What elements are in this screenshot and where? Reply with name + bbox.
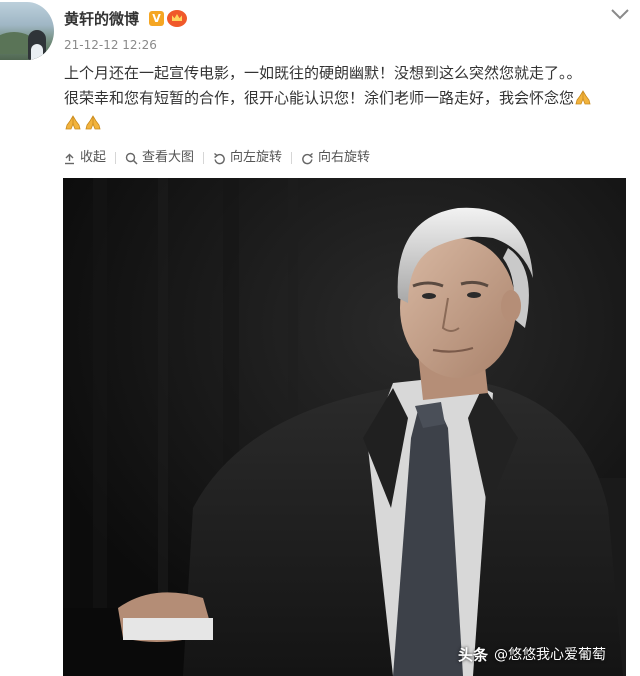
rotate-left-label: 向左旋转	[230, 150, 283, 165]
folded-hands-icon	[64, 113, 82, 131]
post-text-line	[64, 111, 630, 136]
post-photo[interactable]	[63, 178, 626, 676]
collapse-label: 收起	[80, 150, 107, 165]
toolbar-divider	[291, 152, 293, 164]
rotate-right-button[interactable]: 向右旋转	[301, 148, 370, 168]
verified-badge-icon: V	[149, 11, 164, 26]
post-timestamp[interactable]: 21-12-12 12:26	[64, 37, 157, 53]
view-large-label: 查看大图	[142, 150, 195, 165]
rotate-right-icon	[301, 152, 314, 165]
member-crown-icon	[167, 10, 187, 27]
toolbar-divider	[203, 152, 205, 164]
post-text: 上个月还在一起宣传电影，一如既往的硬朗幽默！没想到这么突然您就走了。。 很荣幸和…	[64, 61, 630, 136]
post-text-line-2: 很荣幸和您有短暂的合作，很开心能认识您！涂们老师一路走好，我会怀念您	[64, 89, 575, 107]
post-text-line: 很荣幸和您有短暂的合作，很开心能认识您！涂们老师一路走好，我会怀念您	[64, 86, 630, 111]
watermark: 头条 @悠悠我心爱葡萄	[458, 642, 606, 666]
rotate-right-label: 向右旋转	[318, 150, 371, 165]
toolbar-divider	[115, 152, 117, 164]
post-header: 黄轩的微博 V 21-12-12 12:26 上个月还在一起宣传电影，一如既往的…	[0, 0, 640, 140]
rotate-left-icon	[213, 152, 226, 165]
view-large-button[interactable]: 查看大图	[125, 148, 194, 168]
folded-hands-icon	[574, 88, 592, 106]
watermark-handle: @悠悠我心爱葡萄	[494, 647, 607, 663]
arrow-up-icon	[63, 152, 76, 165]
chevron-down-icon[interactable]	[609, 6, 631, 22]
post-text-line: 上个月还在一起宣传电影，一如既往的硬朗幽默！没想到这么突然您就走了。。	[64, 61, 630, 86]
folded-hands-icon	[84, 113, 102, 131]
image-toolbar: 收起 查看大图 向左旋转 向右旋转	[63, 148, 370, 168]
collapse-button[interactable]: 收起	[63, 148, 106, 168]
watermark-brand: 头条	[458, 645, 489, 664]
rotate-left-button[interactable]: 向左旋转	[213, 148, 282, 168]
post-text-line-1: 上个月还在一起宣传电影，一如既往的硬朗幽默！没想到这么突然您就走了。。	[64, 64, 582, 82]
search-icon	[125, 152, 138, 165]
author-name[interactable]: 黄轩的微博	[64, 9, 139, 29]
avatar[interactable]	[0, 2, 54, 60]
